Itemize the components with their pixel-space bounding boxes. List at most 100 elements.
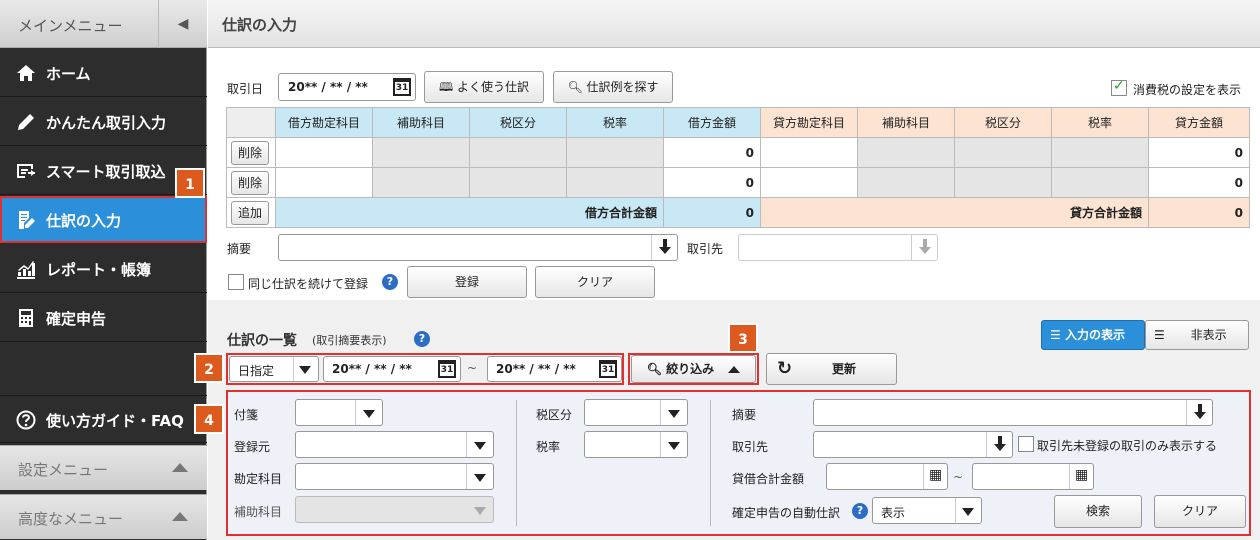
table-row: 削除 0 0 [226,167,1250,198]
debit-account-cell[interactable] [275,137,373,168]
unregistered-partner-label: 取引先未登録の取引のみ表示する [1037,439,1218,453]
calendar-icon[interactable]: 31 [599,360,617,378]
tax-setting-label: 消費税の設定を表示 [1133,83,1242,97]
search-button[interactable]: 検索 [1054,495,1142,528]
continue-register-checkbox[interactable] [228,274,244,290]
source-select[interactable] [295,431,494,458]
amount-from-input[interactable]: ▦ [826,463,948,490]
credit-sub-cell [857,167,955,198]
summary-input[interactable] [278,234,678,261]
debit-account-cell[interactable] [275,167,373,198]
date-input[interactable]: 20** / ** / ** 31 [278,73,416,101]
help-icon[interactable]: ? [852,503,868,519]
debit-amount-cell[interactable]: 0 [663,137,761,168]
advanced-menu-label: 高度なメニュー [18,510,124,528]
credit-tax-cat-cell [954,137,1052,168]
filter-divider [516,400,517,526]
summary-dropdown-button[interactable] [1186,400,1212,425]
calendar-icon[interactable]: 31 [393,78,411,96]
auto-entry-label: 確定申告の自動仕訳 [732,506,841,520]
auto-entry-select[interactable]: 表示 [872,497,982,524]
partner-dropdown-button[interactable] [986,432,1012,457]
source-label: 登録元 [234,440,271,454]
tag-select[interactable] [295,399,383,426]
nav-simple-entry[interactable]: かんたん取引入力 [0,98,207,146]
credit-tax-rate-cell [1051,167,1149,198]
checkmark-icon: ✓ [1113,78,1125,94]
advanced-menu-toggle[interactable]: 高度なメニュー [0,494,207,539]
delete-row-button[interactable]: 削除 [231,140,269,165]
credit-account-cell[interactable] [760,137,858,168]
calculator-icon: ▦ [1075,467,1089,483]
calculator-button[interactable]: ▦ [1069,464,1093,489]
date-to-input[interactable]: 20** / ** / ** 31 [487,356,622,382]
favorites-button[interactable]: 🕮 よく使う仕訳 [424,71,544,103]
add-row-button[interactable]: 追加 [231,200,269,225]
delete-row-button[interactable]: 削除 [231,170,269,195]
tax-setting-checkbox[interactable]: ✓ [1111,78,1127,96]
credit-sub-cell [857,137,955,168]
partner-dropdown-button[interactable] [911,235,937,260]
nav-tax-return[interactable]: 確定申告 [0,294,207,342]
chart-icon [17,261,35,279]
account-select[interactable] [295,463,494,490]
annotation-badge-2: 2 [194,353,224,383]
debit-sub-cell [372,167,470,198]
collapse-sidebar-button[interactable]: ◀ [158,0,207,48]
auto-entry-value: 表示 [881,506,906,520]
filter-summary-input[interactable] [813,399,1213,426]
summary-dropdown-button[interactable] [651,235,677,260]
header-credit-sub: 補助科目 [857,107,955,138]
chevron-down-icon [474,506,486,515]
header-credit-amount: 貸方金額 [1148,107,1250,138]
entry-clear-button[interactable]: クリア [535,266,655,298]
search-icon: 🔍︎ [567,80,583,94]
amount-to-input[interactable]: ▦ [972,463,1094,490]
debit-tax-cat-cell [469,137,567,168]
filter-clear-button[interactable]: クリア [1154,495,1246,528]
credit-amount-cell[interactable]: 0 [1148,167,1250,198]
partner-input[interactable] [738,234,938,261]
credit-account-cell[interactable] [760,167,858,198]
tax-rate-select[interactable] [584,431,688,458]
nav-journal-entry[interactable]: 仕訳の入力 [0,196,207,243]
search-examples-button[interactable]: 🔍︎ 仕訳例を探す [553,71,673,103]
credit-amount-cell[interactable]: 0 [1148,137,1250,168]
help-icon[interactable]: ? [414,331,430,347]
tax-category-select[interactable] [584,399,688,426]
search-examples-label: 仕訳例を探す [586,80,659,94]
filter-partner-input[interactable] [813,431,1013,458]
nav-home[interactable]: ホーム [0,49,207,97]
unregistered-partner-checkbox[interactable] [1018,436,1034,452]
search-icon: 🔍︎ [646,362,662,376]
chevron-down-icon [474,441,486,450]
debit-tax-rate-cell [566,137,664,168]
date-mode-select[interactable]: 日指定 [229,356,319,382]
register-button[interactable]: 登録 [407,266,527,298]
help-icon[interactable]: ? [382,274,398,290]
credit-tax-rate-cell [1051,137,1149,168]
refresh-label: 更新 [831,362,856,376]
nav-guide-faq-label: 使い方ガイド・FAQ [46,412,184,430]
hide-input-label: 非表示 [1190,328,1227,342]
settings-menu-toggle[interactable]: 設定メニュー [0,445,207,490]
sub-account-select[interactable] [295,496,494,523]
filter-toggle-button[interactable]: 🔍︎ 絞り込み [631,355,756,383]
show-input-toggle[interactable]: ☰ 入力の表示 [1041,320,1145,350]
import-icon [17,164,35,178]
list-subtitle: (取引摘要表示) [312,334,387,347]
book-icon: 🕮 [439,80,454,94]
date-from-value: 20** / ** / ** [332,362,412,376]
arrow-down-icon [994,436,1006,451]
filter-summary-label: 摘要 [732,408,757,422]
nav-reports[interactable]: レポート・帳簿 [0,245,207,293]
hide-input-toggle[interactable]: ☰ 非表示 [1145,320,1249,350]
nav-guide-faq[interactable]: 使い方ガイド・FAQ [0,395,207,443]
refresh-button[interactable]: ↻ 更新 [766,353,897,385]
calculator-button[interactable]: ▦ [923,464,947,489]
tax-category-label: 税区分 [536,408,573,422]
calculator-icon: ▦ [929,467,943,483]
date-from-input[interactable]: 20** / ** / ** 31 [323,356,461,382]
calendar-icon[interactable]: 31 [438,360,456,378]
debit-amount-cell[interactable]: 0 [663,167,761,198]
